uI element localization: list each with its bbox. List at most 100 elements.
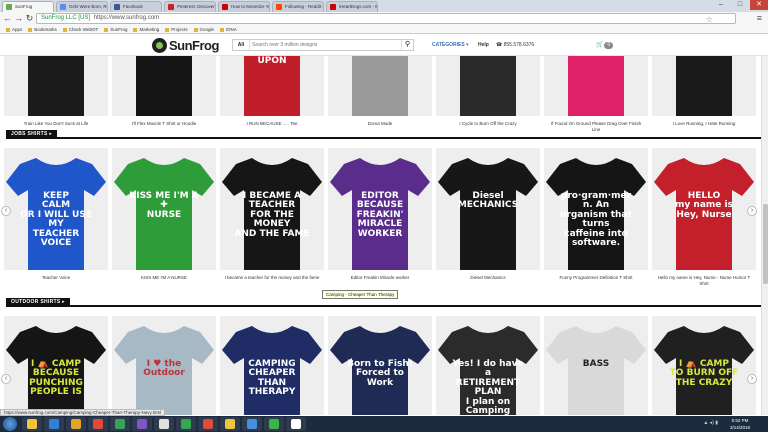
bookmark-item[interactable]: Bookmarks: [28, 25, 57, 34]
taskbar-app-icon[interactable]: [198, 417, 218, 431]
product-title[interactable]: Train Like You Don't Suck at Life: [4, 121, 108, 127]
taskbar-app-icon[interactable]: [220, 417, 240, 431]
product-title[interactable]: I Love Running, I Hate Running: [652, 121, 756, 127]
section-link[interactable]: JOBS SHIRTS ▸: [6, 130, 58, 139]
product-image[interactable]: [544, 56, 648, 116]
close-window-button[interactable]: ✕: [750, 0, 768, 10]
carousel-prev-icon[interactable]: ‹: [1, 206, 11, 216]
section-link[interactable]: OUTDOOR SHIRTS ▸: [6, 298, 70, 307]
categories-menu[interactable]: CATEGORIES ▾: [432, 39, 469, 51]
start-button-icon[interactable]: [3, 417, 17, 431]
forward-arrow-icon[interactable]: →: [13, 13, 24, 24]
product-card[interactable]: Diesel MECHANICS Diesel Mechanics: [436, 148, 540, 281]
product-image[interactable]: pro·gram·mer n. An organism that turns c…: [544, 148, 648, 270]
taskbar-app-icon[interactable]: [242, 417, 262, 431]
product-image[interactable]: Yes! I do have a RETIREMENT PLAN I plan …: [436, 316, 540, 415]
product-card[interactable]: EDITOR BECAUSE FREAKIN' MIRACLE WORKER Ed…: [328, 148, 432, 281]
product-image[interactable]: BASS: [544, 316, 648, 415]
product-title[interactable]: I RUN BECAUSE ..... Tee: [220, 121, 324, 127]
product-image[interactable]: I BECAME A TEACHER FOR THE MONEY AND THE…: [220, 148, 324, 270]
product-card[interactable]: AT LIFE Train Like You Don't Suck at Life: [4, 56, 108, 127]
product-card[interactable]: If Found On Ground Please Drag Over Fini…: [544, 56, 648, 133]
cart-button[interactable]: 🛒 0: [596, 39, 614, 51]
taskbar-app-icon[interactable]: [110, 417, 130, 431]
product-image[interactable]: I ⛺ CAMP TO BURN OFF THE CRAZY: [652, 316, 756, 415]
product-card[interactable]: KEEP CALM OR I WILL USE MY TEACHER VOICE…: [4, 148, 108, 281]
product-title[interactable]: Teacher Voice: [4, 275, 108, 281]
taskbar-app-icon[interactable]: [286, 417, 306, 431]
product-card[interactable]: I Cycle to Burn Off the Crazy: [436, 56, 540, 127]
carousel-next-icon[interactable]: ›: [747, 206, 757, 216]
bookmark-item[interactable]: Google: [193, 25, 214, 34]
browser-tab[interactable]: Pinterest: Discover and sa: [164, 1, 216, 12]
product-image[interactable]: CAMPING CHEAPER THAN THERAPY: [220, 316, 324, 415]
product-title[interactable]: I'll Flex Muscle T Shirt or Hoodie: [112, 121, 216, 127]
product-image[interactable]: Diesel MECHANICS: [436, 148, 540, 270]
search-input[interactable]: [252, 40, 397, 50]
sunfrog-logo[interactable]: SunFrog: [152, 37, 219, 53]
product-image[interactable]: HELLO my name is Hey, Nurse: [652, 148, 756, 270]
product-card[interactable]: I ⛺ CAMP TO BURN OFF THE CRAZY: [652, 316, 756, 415]
browser-tab[interactable]: Facebook: [110, 1, 162, 12]
back-arrow-icon[interactable]: ←: [2, 13, 13, 24]
product-card[interactable]: SHIRT I'll Flex Muscle T Shirt or Hoodie: [112, 56, 216, 127]
carousel-prev-icon[interactable]: ‹: [1, 374, 11, 384]
product-image[interactable]: PEOPLE IS FROWNED UPON: [220, 56, 324, 116]
product-title[interactable]: Hello my name is Hey, Nurse - Nurse Humo…: [652, 275, 756, 287]
carousel-next-icon[interactable]: ›: [747, 374, 757, 384]
product-image[interactable]: EDITOR BECAUSE FREAKIN' MIRACLE WORKER: [328, 148, 432, 270]
bookmark-item[interactable]: Check WebOT: [62, 25, 98, 34]
bookmark-item[interactable]: Apps: [6, 25, 22, 34]
product-card[interactable]: BASS: [544, 316, 648, 415]
maximize-button[interactable]: □: [731, 0, 749, 10]
browser-menu-icon[interactable]: ≡: [757, 13, 762, 24]
browser-tab[interactable]: iHeartDogs.com - Because: [326, 1, 378, 12]
product-image[interactable]: I HATE RUNNING: [652, 56, 756, 116]
help-link[interactable]: Help: [478, 39, 489, 51]
product-card[interactable]: HELLO my name is Hey, Nurse Hello my name…: [652, 148, 756, 287]
bookmark-star-icon[interactable]: ☆: [706, 15, 713, 24]
scrollbar-thumb[interactable]: [763, 204, 768, 284]
product-card[interactable]: pro·gram·mer n. An organism that turns c…: [544, 148, 648, 281]
bookmark-item[interactable]: Projects: [165, 25, 188, 34]
product-card[interactable]: I BECAME A TEACHER FOR THE MONEY AND THE…: [220, 148, 324, 281]
url-field[interactable]: SunFrog LLC [US] https://www.sunfrog.com…: [36, 13, 736, 24]
search-icon[interactable]: ⚲: [401, 40, 413, 50]
taskbar-app-icon[interactable]: [154, 417, 174, 431]
taskbar-app-icon[interactable]: [132, 417, 152, 431]
taskbar-app-icon[interactable]: [44, 417, 64, 431]
product-image[interactable]: Born to Fish! Forced to Work: [328, 316, 432, 415]
product-title[interactable]: KISS ME I'M A NURSE: [112, 275, 216, 281]
product-image[interactable]: KISS ME I'M A ✚ NURSE: [112, 148, 216, 270]
browser-tab[interactable]: Girls Were Born, Rel No: [56, 1, 108, 12]
product-title[interactable]: Funny Programmer Definition T Shirt: [544, 275, 648, 281]
bookmark-item[interactable]: IDNA: [220, 25, 237, 34]
product-title[interactable]: I became a teacher for the money and the…: [220, 275, 324, 281]
taskbar-app-icon[interactable]: [264, 417, 284, 431]
taskbar-clock[interactable]: 5:52 PM 3/14/2018: [722, 417, 758, 431]
product-card[interactable]: I ♥ the Outdoor: [112, 316, 216, 415]
page-scrollbar[interactable]: [761, 56, 768, 415]
product-card[interactable]: CAMPING CHEAPER THAN THERAPY: [220, 316, 324, 415]
product-image[interactable]: [328, 56, 432, 116]
product-image[interactable]: AT LIFE: [4, 56, 108, 116]
taskbar-app-icon[interactable]: [22, 417, 42, 431]
reload-icon[interactable]: ↻: [24, 13, 35, 24]
taskbar-app-icon[interactable]: [176, 417, 196, 431]
product-image[interactable]: [436, 56, 540, 116]
product-card[interactable]: KISS ME I'M A ✚ NURSE KISS ME I'M A NURSE: [112, 148, 216, 281]
product-card[interactable]: Donut Mode: [328, 56, 432, 127]
product-image[interactable]: SHIRT: [112, 56, 216, 116]
product-card[interactable]: Yes! I do have a RETIREMENT PLAN I plan …: [436, 316, 540, 415]
system-tray-icons[interactable]: ▲ ◂) ▮: [703, 420, 718, 426]
browser-tab[interactable]: SunFrog: [2, 1, 54, 12]
product-title[interactable]: Donut Mode: [328, 121, 432, 127]
product-image[interactable]: I ⛺ CAMP BECAUSE PUNCHING PEOPLE IS: [4, 316, 108, 415]
product-card[interactable]: I HATE RUNNING I Love Running, I Hate Run…: [652, 56, 756, 127]
product-image[interactable]: KEEP CALM OR I WILL USE MY TEACHER VOICE: [4, 148, 108, 270]
browser-tab[interactable]: How to Monetize Your Socia: [218, 1, 270, 12]
taskbar-app-icon[interactable]: [66, 417, 86, 431]
product-card[interactable]: Born to Fish! Forced to Work: [328, 316, 432, 415]
product-card[interactable]: I ⛺ CAMP BECAUSE PUNCHING PEOPLE IS: [4, 316, 108, 415]
product-title[interactable]: Diesel Mechanics: [436, 275, 540, 281]
